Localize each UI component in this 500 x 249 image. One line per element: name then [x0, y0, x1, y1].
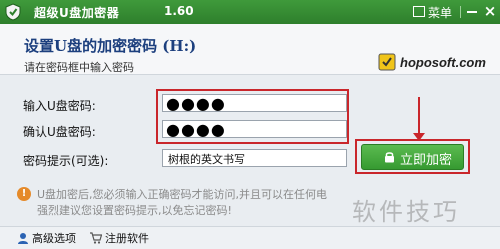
password-hint-input[interactable]: 树根的英文书写: [162, 149, 347, 167]
encrypt-now-label: 立即加密: [400, 153, 453, 168]
notice-line-1: U盘加密后,您必须输入正确密码才能访问,并且可以在任何电: [37, 188, 328, 201]
menu-button[interactable]: 菜单: [413, 3, 453, 21]
app-version: 1.60: [164, 4, 194, 18]
brand-logo-icon: [378, 53, 396, 71]
cart-icon: [90, 232, 102, 244]
menu-label: 菜单: [428, 6, 453, 20]
lock-icon: [385, 152, 394, 163]
close-button[interactable]: ×: [482, 2, 498, 20]
page-subtitle: 请在密码框中输入密码: [24, 61, 134, 74]
page-title: 设置U盘的加密密码 (H:): [24, 37, 197, 55]
app-title: 超级U盘加密器: [34, 6, 120, 20]
title-bar: 超级U盘加密器 1.60 菜单 ×: [0, 0, 500, 24]
confirm-password-label: 确认U盘密码:: [23, 125, 96, 139]
password-masked-value: ●●●●: [166, 94, 226, 113]
shield-logo-icon: [5, 3, 21, 21]
menu-icon: [413, 6, 425, 17]
register-software-link[interactable]: 注册软件: [105, 230, 149, 246]
advanced-options-link[interactable]: 高级选项: [32, 230, 76, 246]
password-label: 输入U盘密码:: [23, 99, 96, 113]
confirm-password-input[interactable]: ●●●●: [162, 120, 347, 139]
watermark-text: 软件技巧: [352, 198, 460, 226]
header-panel: 设置U盘的加密密码 (H:) 请在密码框中输入密码 hoposoft.com: [0, 24, 500, 75]
titlebar-separator: [460, 6, 461, 18]
password-hint-label: 密码提示(可选):: [23, 154, 109, 168]
encrypt-now-button[interactable]: 立即加密: [361, 144, 464, 170]
warning-icon: !: [17, 187, 31, 201]
password-hint-value: 树根的英文书写: [168, 153, 245, 166]
advanced-options-icon: [18, 233, 28, 244]
notice-line-2: 强烈建议您设置密码提示,以免忘记密码!: [37, 204, 232, 217]
password-input[interactable]: ●●●●: [162, 94, 347, 113]
confirm-masked-value: ●●●●: [166, 120, 226, 139]
brand-text: hoposoft.com: [400, 55, 486, 70]
minimize-button[interactable]: [466, 5, 478, 17]
annotation-arrow-line: [418, 97, 420, 135]
